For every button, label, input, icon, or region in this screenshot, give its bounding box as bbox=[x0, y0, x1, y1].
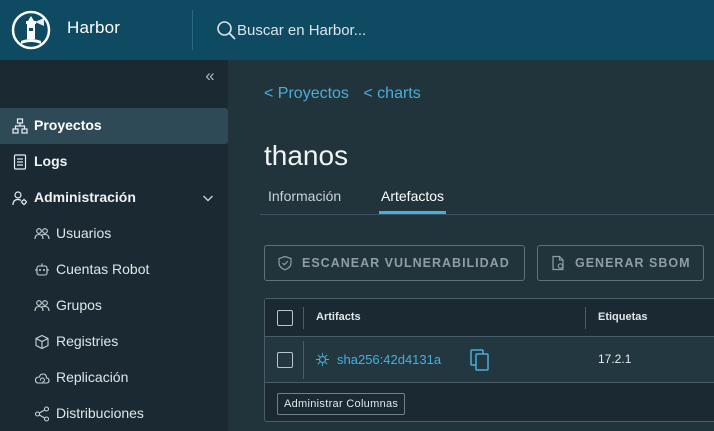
breadcrumb-charts-link[interactable]: < charts bbox=[363, 85, 420, 102]
sidebar-item-label: Registries bbox=[56, 333, 119, 349]
sidebar-item-registries[interactable]: Registries bbox=[0, 324, 228, 360]
sidebar-item-label: Cuentas Robot bbox=[56, 261, 150, 277]
column-separator[interactable] bbox=[585, 307, 586, 329]
global-search[interactable] bbox=[216, 19, 457, 41]
users-icon bbox=[34, 228, 50, 240]
robot-icon bbox=[35, 263, 49, 276]
sidebar: « Proyectos Logs Administración Usuarios… bbox=[0, 60, 228, 431]
admin-icon bbox=[12, 191, 28, 206]
app-name[interactable]: Harbor bbox=[67, 18, 120, 38]
artifact-digest-link[interactable]: sha256:42d4131a bbox=[337, 352, 441, 367]
copy-icon[interactable] bbox=[470, 349, 490, 371]
logs-icon bbox=[13, 154, 27, 170]
column-header-tags[interactable]: Etiquetas bbox=[598, 311, 648, 323]
header-divider bbox=[192, 10, 193, 50]
tab-divider bbox=[260, 214, 714, 215]
collapse-sidebar-icon[interactable]: « bbox=[200, 66, 220, 86]
sidebar-item-replication[interactable]: Replicación bbox=[0, 360, 228, 396]
projects-icon bbox=[12, 118, 28, 134]
tab-artifacts[interactable]: Artefactos bbox=[379, 188, 447, 214]
column-separator bbox=[303, 307, 304, 329]
select-all-checkbox[interactable] bbox=[277, 310, 293, 326]
scan-button-label: ESCANEAR VULNERABILIDAD bbox=[302, 256, 510, 270]
sidebar-item-label: Logs bbox=[34, 153, 68, 169]
shield-icon bbox=[278, 255, 292, 271]
row-checkbox[interactable] bbox=[277, 352, 293, 368]
sidebar-item-label: Usuarios bbox=[56, 225, 112, 241]
breadcrumb: < Proyectos < charts bbox=[264, 85, 431, 103]
sidebar-item-label: Replicación bbox=[56, 369, 129, 385]
sidebar-item-label: Grupos bbox=[56, 297, 102, 313]
sidebar-item-groups[interactable]: Grupos bbox=[0, 288, 228, 324]
manage-columns-button[interactable]: Administrar Columnas bbox=[277, 393, 406, 415]
document-icon bbox=[552, 255, 564, 271]
sidebar-item-administration[interactable]: Administración bbox=[0, 180, 228, 216]
sidebar-item-label: Distribuciones bbox=[56, 405, 144, 421]
sbom-button-label: GENERAR SBOM bbox=[575, 256, 691, 270]
artifact-tag: 17.2.1 bbox=[598, 352, 632, 366]
column-separator bbox=[303, 341, 304, 379]
generate-sbom-button[interactable]: GENERAR SBOM bbox=[537, 245, 704, 281]
chevron-down-icon[interactable] bbox=[202, 192, 214, 204]
column-header-artifacts[interactable]: Artifacts bbox=[316, 311, 361, 323]
registries-icon bbox=[35, 334, 49, 350]
table-header: Artifacts Etiquetas bbox=[265, 299, 714, 337]
harbor-logo-icon[interactable] bbox=[11, 10, 51, 50]
tab-information[interactable]: Información bbox=[268, 188, 341, 214]
helm-chart-icon bbox=[315, 352, 330, 367]
sidebar-item-distributions[interactable]: Distribuciones bbox=[0, 396, 228, 431]
distributions-icon bbox=[34, 406, 50, 422]
search-icon bbox=[217, 21, 236, 40]
page-title: thanos bbox=[264, 140, 349, 171]
search-input[interactable] bbox=[237, 19, 457, 41]
artifacts-table: Artifacts Etiquetas sha256:42d4131a 17.2… bbox=[264, 298, 714, 422]
main-content: < Proyectos < charts thanos Información … bbox=[228, 60, 714, 431]
sidebar-item-logs[interactable]: Logs bbox=[0, 144, 228, 180]
replication-icon bbox=[34, 373, 50, 384]
breadcrumb-projects-link[interactable]: < Proyectos bbox=[264, 85, 349, 102]
table-row[interactable]: sha256:42d4131a 17.2.1 bbox=[265, 337, 714, 383]
groups-icon bbox=[34, 300, 50, 312]
scan-vulnerability-button[interactable]: ESCANEAR VULNERABILIDAD bbox=[264, 245, 525, 281]
top-header: Harbor bbox=[0, 0, 714, 60]
sidebar-item-robot-accounts[interactable]: Cuentas Robot bbox=[0, 252, 228, 288]
sidebar-item-label: Administración bbox=[34, 189, 136, 205]
sidebar-item-users[interactable]: Usuarios bbox=[0, 216, 228, 252]
sidebar-item-label: Proyectos bbox=[34, 117, 102, 133]
sidebar-item-projects[interactable]: Proyectos bbox=[0, 108, 228, 144]
